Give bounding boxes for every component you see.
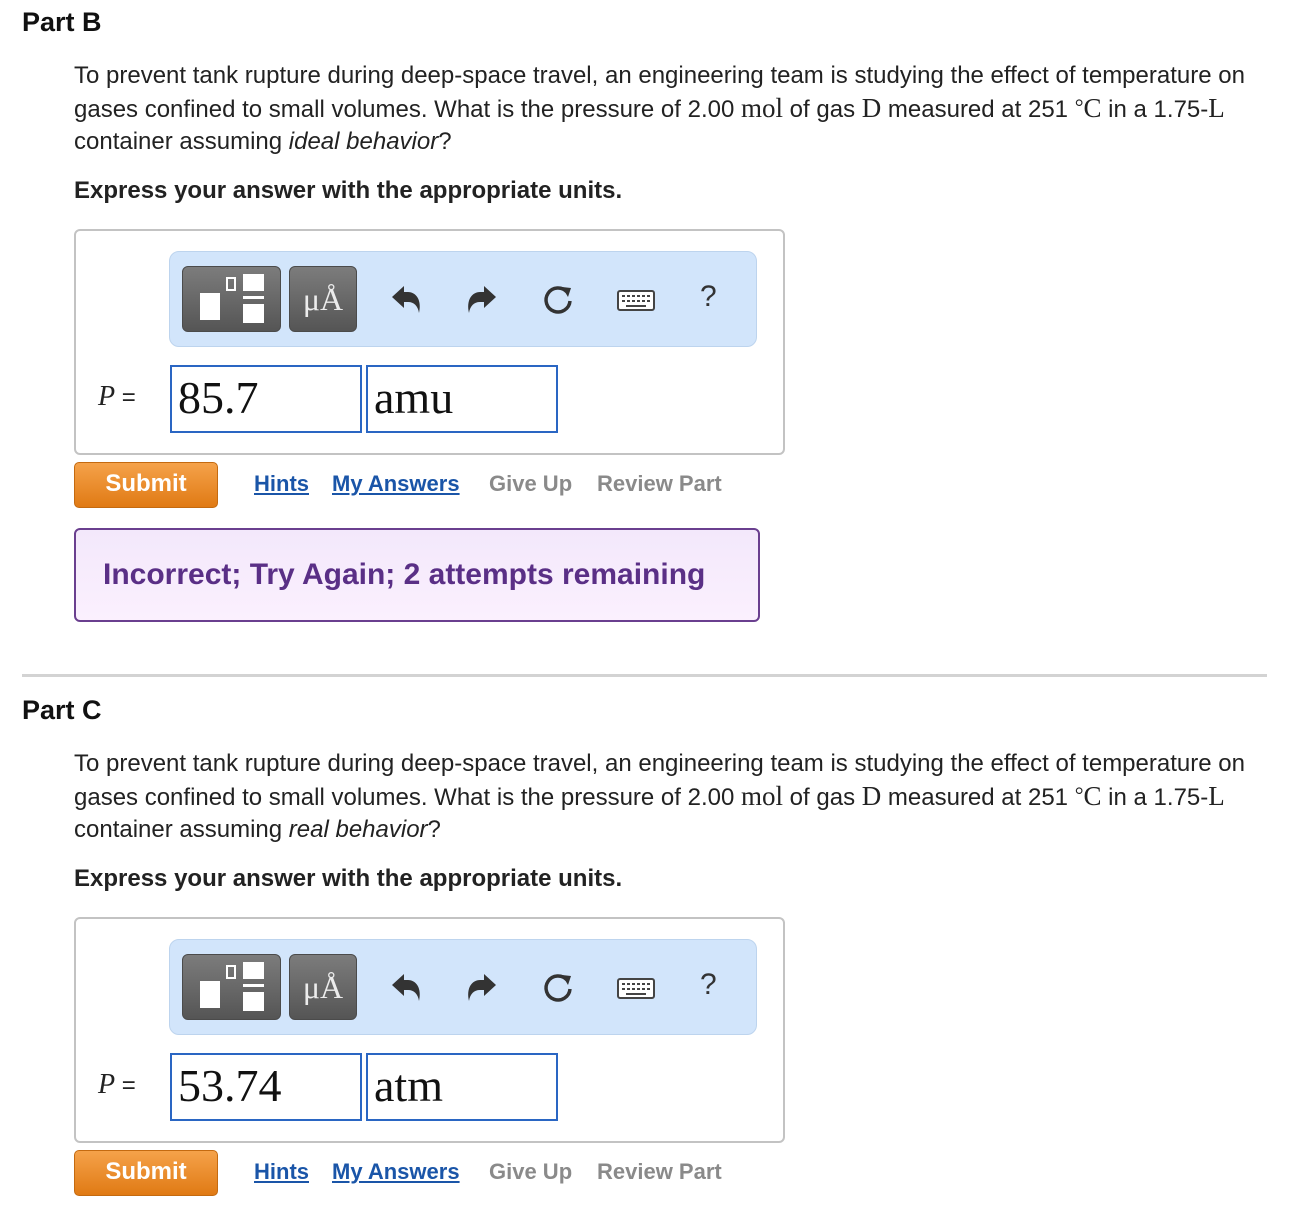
- feedback-message: Incorrect; Try Again; 2 attempts remaini…: [74, 528, 760, 622]
- units-button[interactable]: μÅ: [289, 954, 357, 1020]
- answer-box: μÅ ? P = 85.7 amu: [74, 229, 785, 455]
- variable-label: P =: [98, 1069, 136, 1100]
- part-title: Part B: [22, 7, 102, 37]
- templates-button[interactable]: [182, 266, 281, 332]
- part-title: Part C: [22, 695, 102, 725]
- reset-icon[interactable]: [540, 970, 576, 1006]
- unit-input[interactable]: amu: [366, 365, 558, 433]
- action-row: Submit Hints My Answers Give Up Review P…: [74, 1150, 774, 1196]
- templates-button[interactable]: [182, 954, 281, 1020]
- action-row: Submit Hints My Answers Give Up Review P…: [74, 462, 774, 508]
- units-button[interactable]: μÅ: [289, 266, 357, 332]
- submit-button[interactable]: Submit: [74, 462, 218, 508]
- give-up-link: Give Up: [489, 471, 573, 496]
- hints-link[interactable]: Hints: [254, 1159, 309, 1185]
- instruction-text: Express your answer with the appropriate…: [74, 177, 623, 204]
- instruction-text: Express your answer with the appropriate…: [74, 865, 623, 892]
- keyboard-icon[interactable]: [616, 970, 656, 1006]
- reset-icon[interactable]: [540, 282, 576, 318]
- question-text: To prevent tank rupture during deep-spac…: [74, 62, 1245, 155]
- math-toolbar: μÅ ?: [169, 939, 757, 1035]
- answer-box: μÅ ? P = 53.74 atm: [74, 917, 785, 1143]
- my-answers-link[interactable]: My Answers: [332, 471, 460, 497]
- undo-icon[interactable]: [388, 282, 424, 318]
- review-part-link: Review Part: [597, 471, 722, 496]
- value-input[interactable]: 85.7: [170, 365, 362, 433]
- keyboard-icon[interactable]: [616, 282, 656, 318]
- give-up-link: Give Up: [489, 1159, 573, 1184]
- my-answers-link[interactable]: My Answers: [332, 1159, 460, 1185]
- help-button[interactable]: ?: [700, 968, 717, 1002]
- variable-label: P =: [98, 381, 136, 412]
- unit-input[interactable]: atm: [366, 1053, 558, 1121]
- hints-link[interactable]: Hints: [254, 471, 309, 497]
- redo-icon[interactable]: [464, 970, 500, 1006]
- question-text: To prevent tank rupture during deep-spac…: [74, 750, 1245, 843]
- section-divider: [22, 674, 1267, 677]
- review-part-link: Review Part: [597, 1159, 722, 1184]
- submit-button[interactable]: Submit: [74, 1150, 218, 1196]
- math-toolbar: μÅ ?: [169, 251, 757, 347]
- value-input[interactable]: 53.74: [170, 1053, 362, 1121]
- undo-icon[interactable]: [388, 970, 424, 1006]
- help-button[interactable]: ?: [700, 280, 717, 314]
- redo-icon[interactable]: [464, 282, 500, 318]
